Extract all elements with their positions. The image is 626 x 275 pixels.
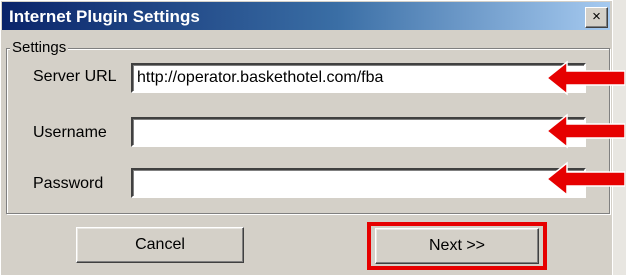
title-bar: Internet Plugin Settings ×: [2, 2, 610, 30]
next-button-highlight: [367, 222, 547, 270]
username-label: Username: [33, 124, 107, 141]
close-icon: ×: [592, 8, 601, 25]
close-button[interactable]: ×: [585, 7, 608, 28]
server-url-label: Server URL: [33, 68, 117, 85]
server-url-input[interactable]: [131, 63, 586, 93]
cancel-button[interactable]: Cancel: [76, 227, 244, 263]
dialog-title: Internet Plugin Settings: [9, 7, 200, 26]
username-input[interactable]: [131, 117, 586, 147]
settings-group-label: Settings: [10, 39, 69, 56]
red-arrow-left-icon: [545, 60, 625, 96]
password-label: Password: [33, 175, 104, 192]
red-arrow-left-icon: [545, 161, 625, 197]
red-arrow-left-icon: [545, 113, 625, 149]
password-input[interactable]: [131, 168, 586, 198]
